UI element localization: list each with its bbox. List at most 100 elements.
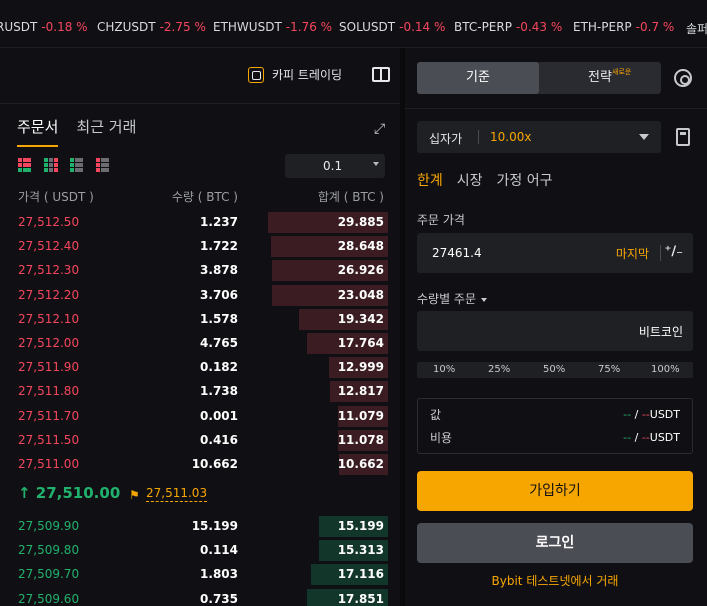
last-price[interactable]: ↑ 27,510.00 <box>18 484 120 502</box>
signup-button[interactable]: 가입하기 <box>417 471 693 511</box>
order-price-value: 27461.4 <box>432 246 482 260</box>
value-amount: -- / --USDT <box>623 408 680 421</box>
row-qty: 3.706 <box>200 287 238 302</box>
view-bids-icon[interactable] <box>70 158 84 172</box>
row-price: 27,512.10 <box>18 311 80 326</box>
qty-mode-select[interactable]: 수량별 주문 <box>417 290 488 307</box>
testnet-link[interactable]: Bybit 테스트넷에서 거래 <box>405 572 705 589</box>
copy-trading-button[interactable]: 카피 트레이딩 <box>248 66 342 83</box>
view-asks-icon[interactable] <box>96 158 110 172</box>
row-price: 27,511.80 <box>18 384 80 399</box>
separator <box>660 245 661 261</box>
margin-leverage-select[interactable]: 십자가 10.00x <box>417 121 661 153</box>
ticker-item[interactable]: 솔퍼 <box>686 20 707 37</box>
row-total: 19.342 <box>337 311 384 326</box>
row-total: 28.648 <box>337 239 384 254</box>
view-mode-group <box>18 158 110 172</box>
row-total: 15.199 <box>337 519 384 533</box>
row-total: 23.048 <box>337 287 384 302</box>
book-icon[interactable] <box>372 67 390 82</box>
tab-orderbook[interactable]: 주문서 <box>17 116 59 147</box>
pct-25[interactable]: 25% <box>488 364 510 375</box>
row-qty: 0.735 <box>200 591 238 606</box>
tab-conditional[interactable]: 가정 어구 <box>497 170 553 190</box>
last-price-button[interactable]: 마지막 <box>616 245 649 262</box>
order-price-input[interactable]: 27461.4 마지막 ⁺∕₋ <box>417 233 693 273</box>
bid-row[interactable]: 27,509.60 0.735 17.851 <box>0 587 400 606</box>
mark-price[interactable]: 27,511.03 <box>146 486 208 502</box>
row-total: 17.851 <box>337 591 384 606</box>
chevron-down-icon <box>639 134 649 140</box>
ticker-item[interactable]: BTC-PERP -0.43 % <box>454 20 562 34</box>
arrow-up-icon: ↑ <box>18 484 36 502</box>
chevron-down-icon <box>481 297 488 302</box>
ask-row[interactable]: 27,511.70 0.001 11.079 <box>0 404 400 428</box>
row-total: 11.079 <box>337 408 384 423</box>
tick-size-value: 0.1 <box>323 159 343 173</box>
value-label: 값 <box>430 408 442 422</box>
ticker-item[interactable]: CHZUSDT -2.75 % <box>97 20 206 34</box>
row-qty: 1.237 <box>200 215 238 229</box>
row-price: 27,512.20 <box>18 287 80 302</box>
cost-label: 비용 <box>430 431 453 445</box>
row-qty: 0.416 <box>200 432 238 447</box>
percentage-slider[interactable]: 10% 25% 50% 75% 100% <box>417 362 693 378</box>
row-qty: 0.182 <box>200 360 238 375</box>
ask-row[interactable]: 27,511.00 10.662 10.662 <box>0 452 400 476</box>
cost-amount: -- / --USDT <box>623 431 680 444</box>
pct-50[interactable]: 50% <box>543 364 565 375</box>
ask-row[interactable]: 27,511.80 1.738 12.817 <box>0 379 400 403</box>
pct-100[interactable]: 100% <box>651 364 680 375</box>
ask-row[interactable]: 27,512.30 3.878 26.926 <box>0 258 400 282</box>
ask-row[interactable]: 27,511.50 0.416 11.078 <box>0 428 400 452</box>
tab-basic[interactable]: 기준 <box>417 62 539 94</box>
ask-row[interactable]: 27,512.50 1.237 29.885 <box>0 210 400 234</box>
row-qty: 1.578 <box>200 311 238 326</box>
login-button[interactable]: 로그인 <box>417 523 693 563</box>
copy-trading-label: 카피 트레이딩 <box>272 68 343 82</box>
row-price: 27,509.90 <box>18 519 80 533</box>
row-price: 27,511.00 <box>18 457 80 471</box>
row-price: 27,512.40 <box>18 239 80 254</box>
last-price-value: 27,510.00 <box>35 484 121 502</box>
ask-row[interactable]: 27,511.90 0.182 12.999 <box>0 355 400 379</box>
plus-minus-icon[interactable]: ⁺∕₋ <box>665 244 683 259</box>
settings-icon[interactable] <box>674 69 692 87</box>
pct-10[interactable]: 10% <box>433 364 455 375</box>
view-split-icon[interactable] <box>44 158 58 172</box>
ask-row[interactable]: 27,512.40 1.722 28.648 <box>0 234 400 258</box>
view-both-icon[interactable] <box>18 158 32 172</box>
pct-75[interactable]: 75% <box>598 364 620 375</box>
quantity-input[interactable]: 비트코인 <box>417 311 693 351</box>
ticker-bar: RUSDT -0.18 % CHZUSDT -2.75 % ETHWUSDT -1.7… <box>0 0 707 48</box>
row-total: 26.926 <box>337 263 384 278</box>
tick-size-select[interactable]: 0.1 <box>285 154 385 178</box>
tab-recent-trades[interactable]: 최근 거래 <box>76 116 136 147</box>
ticker-item[interactable]: ETH-PERP -0.7 % <box>573 20 674 34</box>
row-qty: 1.803 <box>200 567 238 582</box>
ask-row[interactable]: 27,512.00 4.765 17.764 <box>0 331 400 355</box>
calculator-icon[interactable] <box>676 128 690 146</box>
tab-market[interactable]: 시장 <box>457 170 483 190</box>
row-qty: 15.199 <box>191 519 238 533</box>
leverage-value: 10.00x <box>490 130 532 144</box>
quantity-unit: 비트코인 <box>638 325 683 339</box>
expand-icon[interactable]: ⤢ <box>374 122 388 136</box>
ask-row[interactable]: 27,512.20 3.706 23.048 <box>0 283 400 307</box>
row-total: 12.999 <box>337 360 384 375</box>
ticker-item[interactable]: SOLUSDT -0.14 % <box>339 20 445 34</box>
row-total: 29.885 <box>337 215 384 229</box>
ticker-item[interactable]: ETHWUSDT -1.76 % <box>213 20 332 34</box>
ask-row[interactable]: 27,512.10 1.578 19.342 <box>0 307 400 331</box>
bid-row[interactable]: 27,509.90 15.199 15.199 <box>0 514 400 538</box>
tab-limit[interactable]: 한계 <box>417 170 443 190</box>
ticker-item[interactable]: RUSDT -0.18 % <box>0 20 88 34</box>
panel-toolbar: 카피 트레이딩 <box>0 48 400 104</box>
row-qty: 3.878 <box>200 263 238 278</box>
order-price-label: 주문 가격 <box>417 213 465 227</box>
tab-strategy[interactable]: 전략 <box>539 62 661 94</box>
bid-row[interactable]: 27,509.80 0.114 15.313 <box>0 538 400 562</box>
qty-mode-label: 수량별 주문 <box>417 292 477 306</box>
copy-trading-icon <box>248 66 264 83</box>
bid-row[interactable]: 27,509.70 1.803 17.116 <box>0 562 400 586</box>
